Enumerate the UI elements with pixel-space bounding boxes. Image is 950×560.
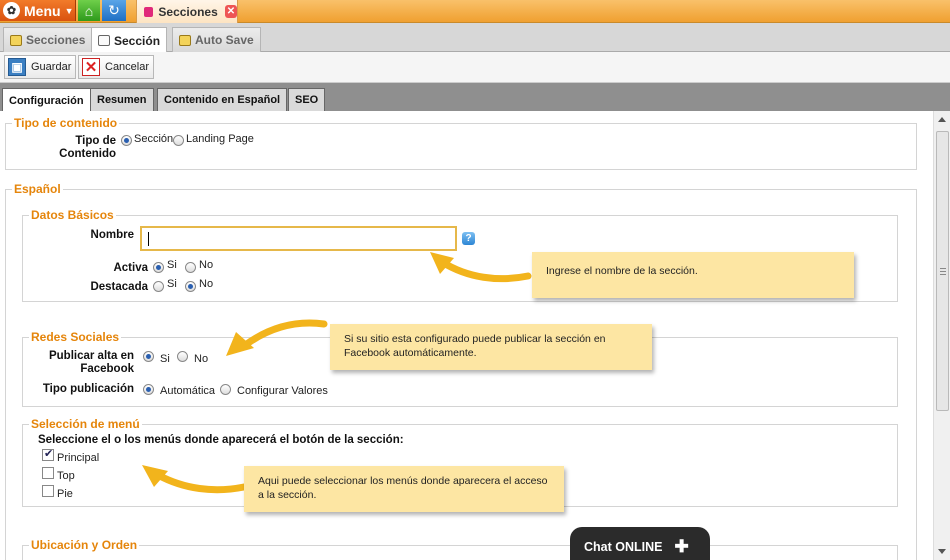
save-button[interactable]: ▣ Guardar — [4, 55, 77, 79]
tooltip-redes: Si su sitio esta configurado puede publi… — [330, 324, 652, 370]
plus-icon: ✚ — [674, 537, 689, 556]
legend-tipo-contenido: Tipo de contenido — [12, 116, 120, 130]
radio-seccion[interactable] — [121, 135, 132, 146]
radio-destacada-si[interactable] — [153, 281, 164, 292]
tab-label: Resumen — [97, 94, 147, 106]
home-button[interactable]: ⌂ — [78, 0, 100, 21]
radio-activa-si[interactable] — [153, 262, 164, 273]
tab-label: SEO — [295, 94, 319, 106]
scroll-up-icon[interactable] — [938, 117, 946, 122]
tab-auto-save[interactable]: Auto Save — [172, 27, 261, 52]
app-logo-icon: ✿ — [3, 2, 20, 19]
close-tab-icon[interactable]: ✕ — [224, 5, 237, 18]
text-caret — [148, 232, 149, 246]
radio-publicar-si-label: Si — [160, 353, 170, 365]
form-tabs: Configuración Resumen Contenido en Españ… — [0, 83, 950, 112]
radio-activa-no[interactable] — [185, 262, 196, 273]
checkbox-top-label: Top — [57, 470, 75, 482]
seleccion-menu-instruction: Seleccione el o los menús donde aparecer… — [38, 434, 404, 446]
autosave-icon — [179, 34, 191, 46]
fieldset-tipo-contenido: Tipo de contenido — [5, 116, 917, 170]
legend-ubicacion-orden: Ubicación y Orden — [29, 538, 140, 552]
save-label: Guardar — [31, 61, 72, 73]
checkbox-top[interactable] — [42, 467, 54, 479]
arrow-nombre-icon — [430, 252, 532, 283]
tab-configuracion[interactable]: Configuración — [2, 88, 91, 112]
chat-label: Chat ONLINE — [584, 540, 663, 554]
radio-configurar-valores[interactable] — [220, 384, 231, 395]
tab-label: Auto Save — [195, 33, 254, 47]
tab-seccion[interactable]: Sección — [91, 27, 168, 53]
radio-destacada-si-label: Si — [167, 278, 177, 290]
document-tab-label: Secciones — [158, 4, 218, 19]
document-tab-secciones[interactable]: Secciones ✕ — [136, 0, 238, 23]
radio-configurar-valores-label: Configurar Valores — [237, 385, 328, 397]
radio-publicar-no[interactable] — [177, 351, 188, 362]
refresh-icon: ↻ — [108, 2, 120, 18]
help-icon[interactable]: ? — [462, 232, 475, 245]
checkbox-principal[interactable] — [42, 447, 54, 461]
tab-label: Configuración — [9, 94, 84, 107]
radio-automatica-label: Automática — [160, 385, 216, 397]
radio-publicar-no-label: No — [194, 353, 209, 365]
scroll-down-icon[interactable] — [938, 549, 946, 554]
tab-resumen[interactable]: Resumen — [90, 88, 154, 111]
chat-online-button[interactable]: Chat ONLINE ✚ — [570, 527, 710, 560]
form-content: Tipo de contenido Tipo de Contenido Secc… — [0, 111, 950, 560]
radio-publicar-si[interactable] — [143, 351, 154, 362]
sub-tabs: Secciones Sección Auto Save — [0, 23, 950, 53]
page-icon — [98, 35, 110, 46]
tooltip-menu: Aqui puede seleccionar los menús donde a… — [244, 466, 564, 512]
caret-down-icon: ▼ — [64, 5, 74, 16]
arrow-menu-icon — [142, 465, 248, 494]
tooltip-nombre: Ingrese el nombre de la sección. — [532, 252, 854, 298]
tab-label: Sección — [114, 33, 161, 48]
tab-label: Contenido en Español — [164, 94, 281, 106]
legend-espanol: Español — [12, 182, 63, 196]
radio-landing-page[interactable] — [173, 135, 184, 146]
cancel-label: Cancelar — [105, 61, 150, 73]
tab-contenido-espanol[interactable]: Contenido en Español — [157, 88, 288, 111]
legend-redes-sociales: Redes Sociales — [29, 330, 122, 344]
tipo-publicacion-label: Tipo publicación — [42, 383, 134, 395]
scrollbar-thumb[interactable] — [936, 131, 949, 411]
tab-seo[interactable]: SEO — [288, 88, 326, 111]
radio-automatica[interactable] — [143, 384, 154, 395]
arrow-redes-icon — [226, 319, 328, 356]
cancel-button[interactable]: ✕ Cancelar — [78, 55, 155, 79]
activa-label: Activa — [113, 262, 148, 274]
home-icon: ⌂ — [84, 2, 94, 19]
radio-activa-no-label: No — [199, 259, 214, 271]
radio-landing-page-label: Landing Page — [186, 133, 254, 145]
save-icon: ▣ — [8, 58, 26, 76]
grip-icon — [940, 268, 946, 275]
refresh-button[interactable]: ↻ — [102, 0, 126, 21]
nombre-input[interactable] — [140, 226, 457, 251]
checkbox-principal-label: Principal — [57, 452, 100, 464]
cancel-icon: ✕ — [82, 58, 100, 76]
destacada-label: Destacada — [90, 281, 148, 293]
publicar-facebook-label: Publicar alta en Facebook — [48, 350, 134, 375]
top-bar: ✿ Menu ▼ ⌂ ↻ Secciones ✕ — [0, 0, 950, 23]
radio-destacada-no[interactable] — [185, 281, 196, 292]
radio-activa-si-label: Si — [167, 259, 177, 271]
legend-datos-basicos: Datos Básicos — [29, 208, 116, 222]
menu-label: Menu — [24, 2, 61, 19]
folder-icon — [10, 34, 22, 46]
toolbar: ▣ Guardar ✕ Cancelar — [0, 52, 950, 83]
checkbox-pie[interactable] — [42, 485, 54, 497]
vertical-scrollbar[interactable] — [933, 111, 950, 560]
menu-button[interactable]: ✿ Menu ▼ — [0, 0, 76, 21]
section-icon — [144, 6, 154, 17]
legend-seleccion-menu: Selección de menú — [29, 417, 142, 431]
radio-destacada-no-label: No — [199, 278, 214, 290]
tab-label: Secciones — [26, 33, 86, 47]
fieldset-ubicacion-orden: Ubicación y Orden — [22, 538, 898, 560]
tipo-contenido-label: Tipo de Contenido — [59, 135, 116, 160]
radio-seccion-label: Sección — [134, 133, 174, 145]
checkbox-pie-label: Pie — [57, 488, 73, 500]
nombre-label: Nombre — [90, 229, 134, 241]
tab-secciones[interactable]: Secciones — [3, 27, 93, 52]
